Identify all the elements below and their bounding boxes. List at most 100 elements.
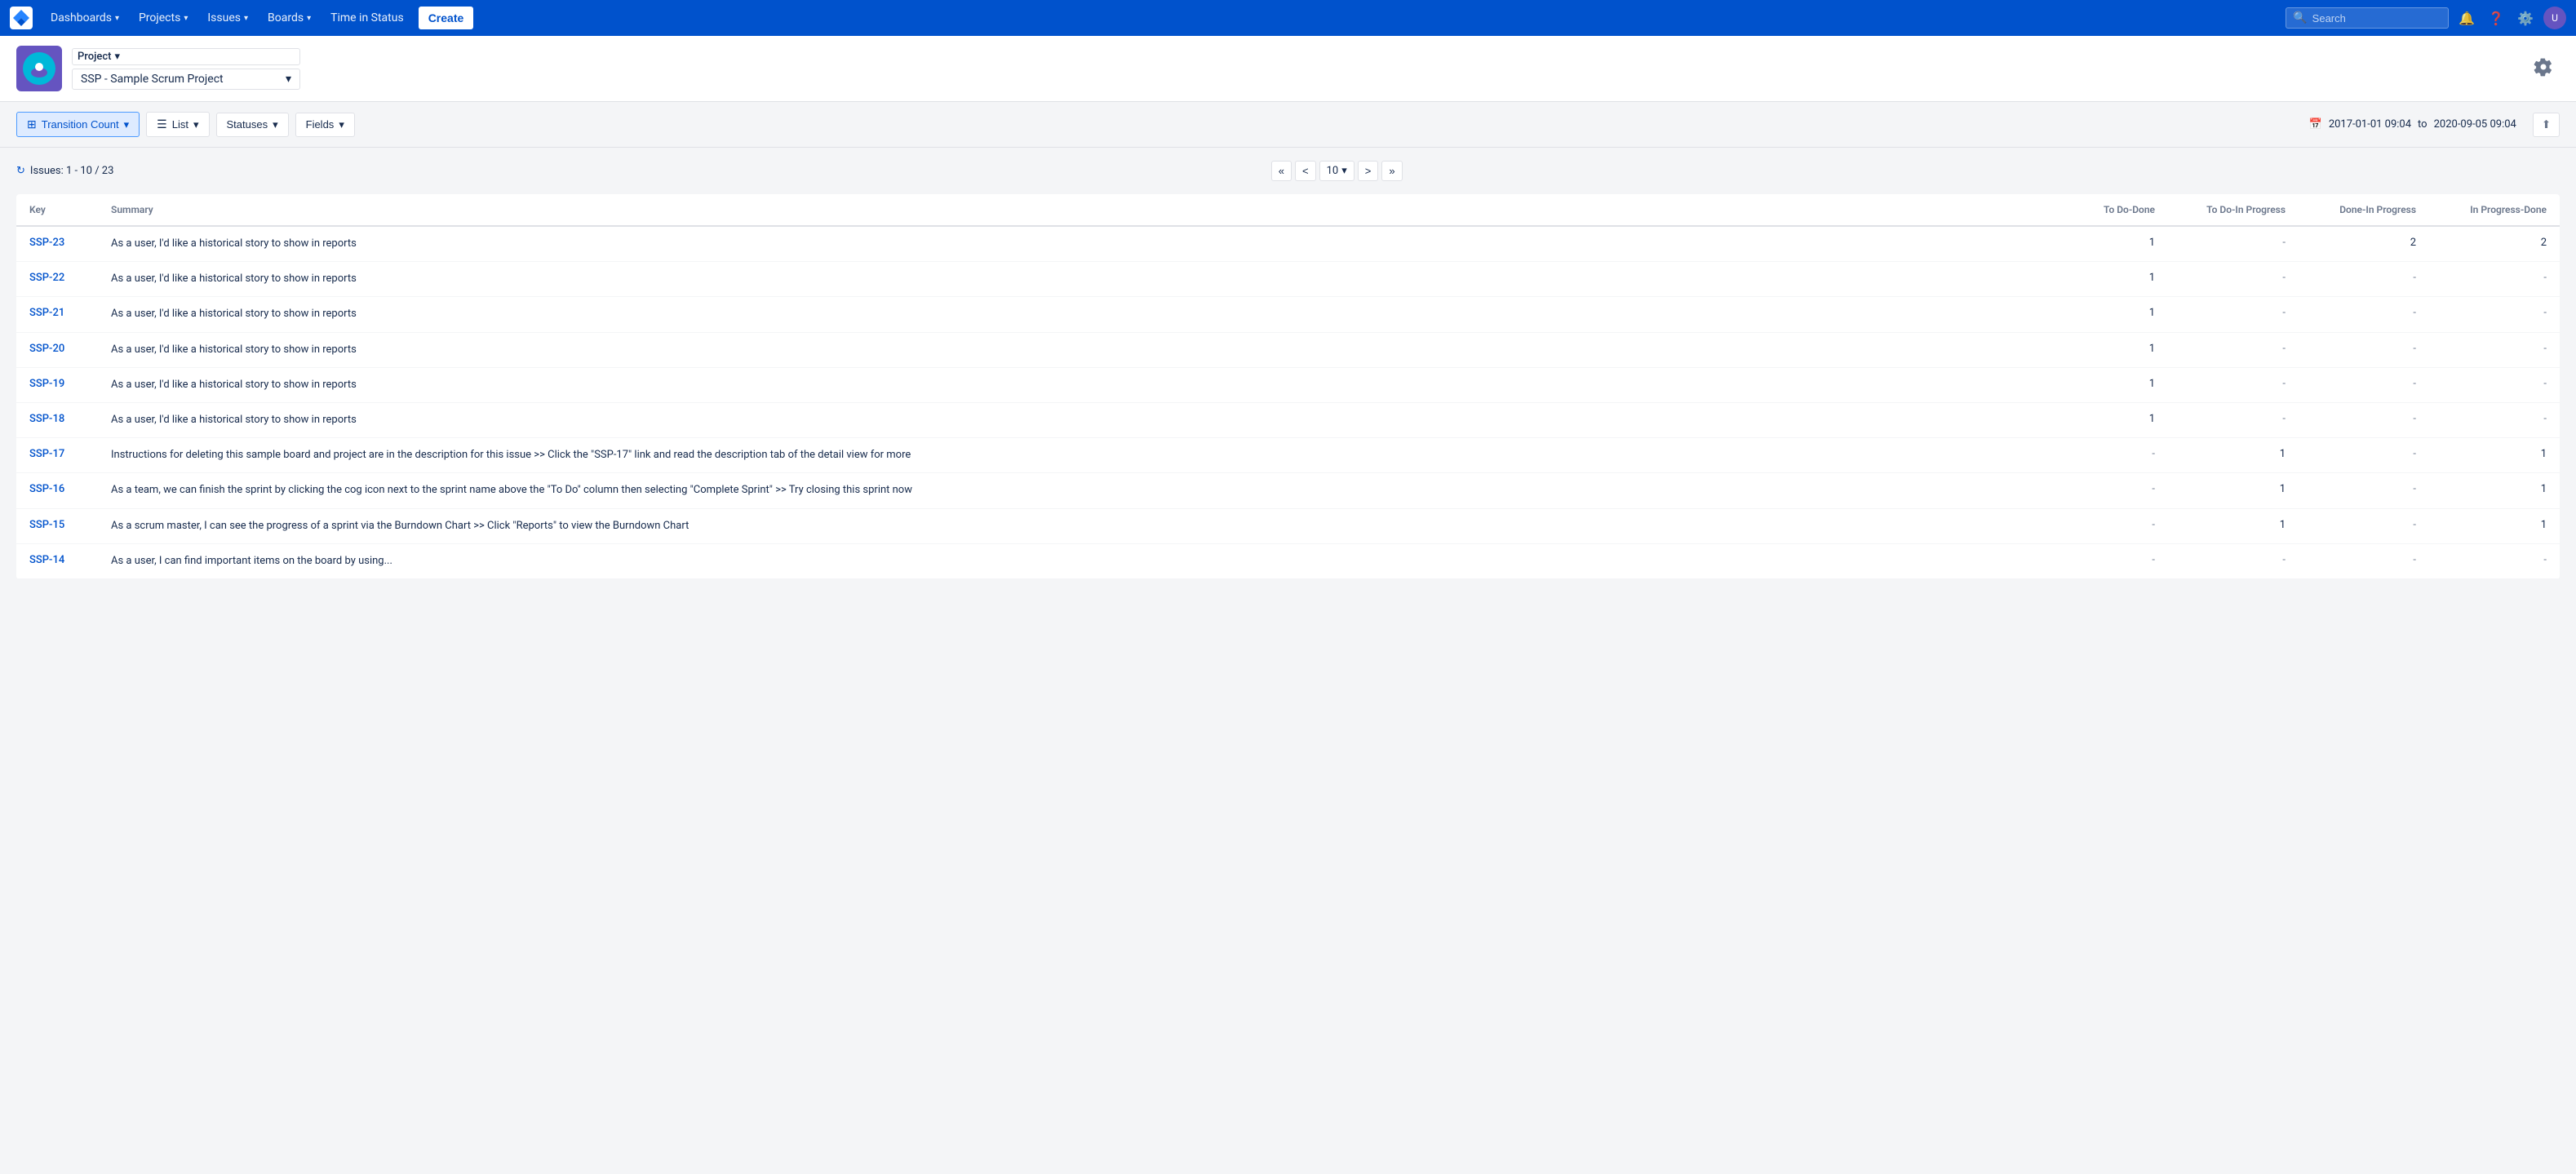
- cell-inprog-done: -: [2429, 367, 2560, 402]
- table-row: SSP-16 As a team, we can finish the spri…: [16, 473, 2560, 508]
- chevron-down-icon: ▾: [184, 14, 188, 23]
- chevron-down-icon: ▾: [124, 118, 130, 131]
- cell-key: SSP-18: [16, 402, 98, 437]
- issue-key-link[interactable]: SSP-17: [29, 448, 64, 460]
- issue-key-link[interactable]: SSP-14: [29, 554, 64, 566]
- nav-issues[interactable]: Issues ▾: [199, 7, 256, 29]
- chevron-down-icon: ▾: [115, 14, 119, 23]
- grid-icon: ⊞: [27, 117, 37, 131]
- cell-todo-inprog: -: [2168, 297, 2299, 332]
- issue-summary: As a user, I'd like a historical story t…: [111, 308, 357, 320]
- issue-key-link[interactable]: SSP-16: [29, 483, 64, 495]
- cell-todo-inprog: -: [2168, 402, 2299, 437]
- chevron-down-icon: ▾: [114, 51, 120, 63]
- cell-done-inprog: -: [2299, 508, 2429, 543]
- page-first-button[interactable]: «: [1271, 161, 1292, 181]
- issue-key-link[interactable]: SSP-19: [29, 378, 64, 390]
- issue-key-link[interactable]: SSP-18: [29, 413, 64, 425]
- cell-key: SSP-22: [16, 262, 98, 297]
- cell-todo-inprog: -: [2168, 543, 2299, 578]
- issue-summary: As a team, we can finish the sprint by c…: [111, 484, 912, 496]
- create-button[interactable]: Create: [419, 7, 474, 29]
- list-icon: ☰: [157, 117, 167, 131]
- cell-todo-inprog: 1: [2168, 508, 2299, 543]
- data-table: Key Summary To Do-Done To Do-In Progress…: [16, 194, 2560, 579]
- settings-icon[interactable]: ⚙️: [2514, 7, 2537, 29]
- help-icon[interactable]: ❓: [2485, 7, 2507, 29]
- cell-inprog-done: -: [2429, 543, 2560, 578]
- cell-key: SSP-21: [16, 297, 98, 332]
- search-box[interactable]: 🔍: [2286, 7, 2449, 29]
- issue-key-link[interactable]: SSP-22: [29, 272, 64, 284]
- cell-todo-done: 1: [2037, 402, 2168, 437]
- cell-inprog-done: -: [2429, 332, 2560, 367]
- nav-projects[interactable]: Projects ▾: [131, 7, 196, 29]
- list-view-button[interactable]: ☰ List ▾: [146, 112, 209, 137]
- chevron-down-icon: ▾: [1341, 165, 1347, 177]
- col-header-key: Key: [16, 194, 98, 226]
- cell-summary: As a user, I'd like a historical story t…: [98, 297, 2037, 332]
- issue-key-link[interactable]: SSP-20: [29, 343, 64, 355]
- issue-key-link[interactable]: SSP-21: [29, 307, 64, 319]
- cell-todo-inprog: 1: [2168, 473, 2299, 508]
- cell-done-inprog: -: [2299, 297, 2429, 332]
- notifications-icon[interactable]: 🔔: [2455, 7, 2478, 29]
- fields-button[interactable]: Fields ▾: [295, 113, 355, 137]
- nav-time-in-status[interactable]: Time in Status: [322, 7, 412, 29]
- cell-done-inprog: -: [2299, 473, 2429, 508]
- issues-count: ↻ Issues: 1 - 10 / 23: [16, 165, 113, 177]
- cell-done-inprog: 2: [2299, 226, 2429, 262]
- cell-todo-done: -: [2037, 508, 2168, 543]
- project-dropdown[interactable]: SSP - Sample Scrum Project ▾: [72, 69, 300, 90]
- cell-todo-done: -: [2037, 543, 2168, 578]
- navbar-right: 🔍 🔔 ❓ ⚙️ U: [2286, 7, 2566, 29]
- issue-summary: As a user, I'd like a historical story t…: [111, 414, 357, 426]
- cell-inprog-done: -: [2429, 297, 2560, 332]
- cell-todo-inprog: -: [2168, 226, 2299, 262]
- page-next-button[interactable]: >: [1358, 161, 1379, 181]
- nav-dashboards[interactable]: Dashboards ▾: [42, 7, 127, 29]
- table-row: SSP-15 As a scrum master, I can see the …: [16, 508, 2560, 543]
- page-prev-button[interactable]: <: [1295, 161, 1316, 181]
- statuses-button[interactable]: Statuses ▾: [216, 113, 289, 137]
- cell-inprog-done: 2: [2429, 226, 2560, 262]
- cell-inprog-done: -: [2429, 262, 2560, 297]
- table-row: SSP-18 As a user, I'd like a historical …: [16, 402, 2560, 437]
- cell-done-inprog: -: [2299, 438, 2429, 473]
- project-settings-icon[interactable]: [2527, 51, 2560, 86]
- issue-key-link[interactable]: SSP-23: [29, 237, 64, 249]
- issue-summary: As a user, I'd like a historical story t…: [111, 237, 357, 250]
- page-size-select[interactable]: 10 ▾: [1319, 161, 1355, 181]
- refresh-icon[interactable]: ↻: [16, 165, 25, 177]
- export-button[interactable]: ⬆: [2533, 113, 2560, 137]
- issue-summary: As a user, I'd like a historical story t…: [111, 379, 357, 391]
- cell-key: SSP-15: [16, 508, 98, 543]
- cell-done-inprog: -: [2299, 543, 2429, 578]
- avatar[interactable]: U: [2543, 7, 2566, 29]
- nav-boards[interactable]: Boards ▾: [259, 7, 319, 29]
- chevron-down-icon: ▾: [286, 73, 291, 86]
- cell-todo-done: 1: [2037, 367, 2168, 402]
- table-row: SSP-17 Instructions for deleting this sa…: [16, 438, 2560, 473]
- project-type-button[interactable]: Project ▾: [72, 48, 300, 65]
- cell-key: SSP-23: [16, 226, 98, 262]
- export-icon: ⬆: [2542, 118, 2551, 131]
- table-row: SSP-21 As a user, I'd like a historical …: [16, 297, 2560, 332]
- issue-summary: As a scrum master, I can see the progres…: [111, 520, 689, 532]
- issues-bar: ↻ Issues: 1 - 10 / 23 « < 10 ▾ > »: [16, 161, 2560, 181]
- issue-key-link[interactable]: SSP-15: [29, 519, 64, 531]
- table-row: SSP-19 As a user, I'd like a historical …: [16, 367, 2560, 402]
- issue-summary: As a user, I can find important items on…: [111, 555, 392, 567]
- chevron-down-icon: ▾: [193, 118, 199, 131]
- col-header-done-inprog: Done-In Progress: [2299, 194, 2429, 226]
- page-last-button[interactable]: »: [1381, 161, 1402, 181]
- cell-key: SSP-17: [16, 438, 98, 473]
- search-input[interactable]: [2312, 12, 2427, 24]
- chevron-down-icon: ▾: [307, 14, 311, 23]
- cell-summary: As a user, I'd like a historical story t…: [98, 262, 2037, 297]
- cell-key: SSP-16: [16, 473, 98, 508]
- jira-logo[interactable]: [10, 7, 33, 29]
- transition-count-button[interactable]: ⊞ Transition Count ▾: [16, 112, 140, 137]
- cell-done-inprog: -: [2299, 367, 2429, 402]
- cell-summary: As a user, I'd like a historical story t…: [98, 226, 2037, 262]
